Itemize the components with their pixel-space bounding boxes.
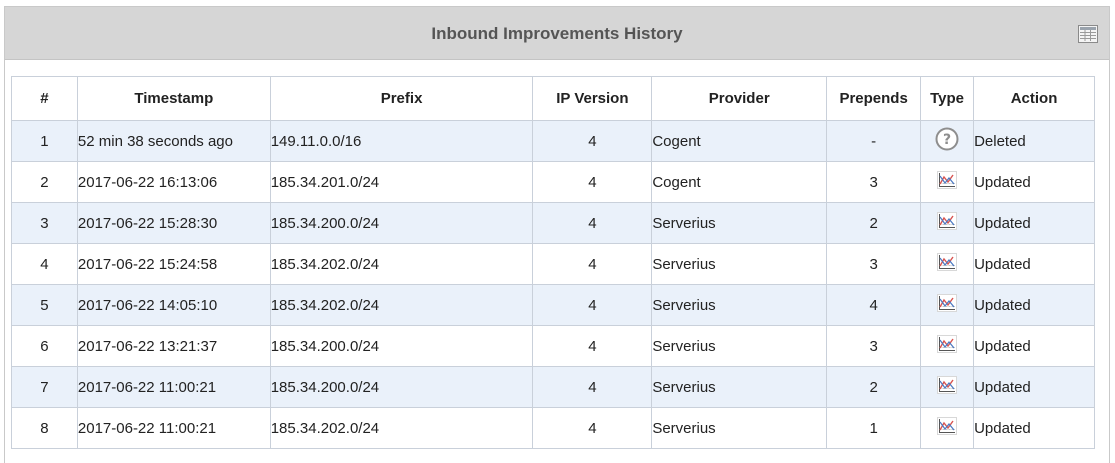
chart-icon[interactable] xyxy=(937,171,958,193)
cell-prefix: 185.34.202.0/24 xyxy=(269,407,534,449)
cell-type xyxy=(920,202,975,244)
table-row[interactable]: 8 2017-06-22 11:00:21 185.34.202.0/24 4 Serv… xyxy=(11,407,1095,449)
cell-provider: Cogent xyxy=(651,161,828,203)
question-icon[interactable]: ? xyxy=(935,127,959,155)
table-header-row: # Timestamp Prefix IP Version Provider P… xyxy=(11,76,1095,121)
column-header-num[interactable]: # xyxy=(11,76,78,121)
cell-timestamp: 2017-06-22 15:28:30 xyxy=(76,202,271,244)
chart-icon[interactable] xyxy=(937,335,958,357)
cell-prepends: 1 xyxy=(826,407,922,449)
cell-action: Updated xyxy=(973,366,1095,408)
cell-provider: Serverius xyxy=(651,202,828,244)
column-header-timestamp[interactable]: Timestamp xyxy=(76,76,271,121)
panel-header: Inbound Improvements History xyxy=(5,7,1109,60)
cell-action: Updated xyxy=(973,284,1095,326)
table-row[interactable]: 5 2017-06-22 14:05:10 185.34.202.0/24 4 Serv… xyxy=(11,284,1095,326)
cell-prefix: 149.11.0.0/16 xyxy=(269,120,534,162)
cell-num: 5 xyxy=(11,284,78,326)
cell-action: Updated xyxy=(973,407,1095,449)
chart-icon[interactable] xyxy=(937,294,958,316)
cell-num: 3 xyxy=(11,202,78,244)
panel-title: Inbound Improvements History xyxy=(431,24,683,43)
cell-prefix: 185.34.200.0/24 xyxy=(269,202,534,244)
column-header-provider[interactable]: Provider xyxy=(651,76,828,121)
cell-action: Updated xyxy=(973,161,1095,203)
cell-prepends: 3 xyxy=(826,243,922,285)
cell-prefix: 185.34.202.0/24 xyxy=(269,243,534,285)
cell-num: 8 xyxy=(11,407,78,449)
cell-ip-version: 4 xyxy=(532,120,653,162)
chart-icon[interactable] xyxy=(937,212,958,234)
chart-icon[interactable] xyxy=(937,417,958,439)
cell-provider: Cogent xyxy=(651,120,828,162)
table-row[interactable]: 3 2017-06-22 15:28:30 185.34.200.0/24 4 Serv… xyxy=(11,202,1095,244)
cell-prepends: - xyxy=(826,120,922,162)
cell-type xyxy=(920,243,975,285)
table-row[interactable]: 6 2017-06-22 13:21:37 185.34.200.0/24 4 Serv… xyxy=(11,325,1095,367)
column-header-action[interactable]: Action xyxy=(973,76,1095,121)
cell-action: Updated xyxy=(973,202,1095,244)
cell-prefix: 185.34.200.0/24 xyxy=(269,366,534,408)
cell-prepends: 4 xyxy=(826,284,922,326)
cell-provider: Serverius xyxy=(651,325,828,367)
cell-timestamp: 2017-06-22 13:21:37 xyxy=(76,325,271,367)
cell-prefix: 185.34.201.0/24 xyxy=(269,161,534,203)
table-row[interactable]: 2 2017-06-22 16:13:06 185.34.201.0/24 4 Coge… xyxy=(11,161,1095,203)
cell-ip-version: 4 xyxy=(532,325,653,367)
cell-num: 4 xyxy=(11,243,78,285)
cell-num: 7 xyxy=(11,366,78,408)
cell-prepends: 3 xyxy=(826,161,922,203)
chart-icon[interactable] xyxy=(937,253,958,275)
cell-num: 1 xyxy=(11,120,78,162)
cell-provider: Serverius xyxy=(651,284,828,326)
cell-type xyxy=(920,366,975,408)
cell-type xyxy=(920,407,975,449)
cell-ip-version: 4 xyxy=(532,284,653,326)
cell-timestamp: 2017-06-22 14:05:10 xyxy=(76,284,271,326)
cell-timestamp: 2017-06-22 11:00:21 xyxy=(76,366,271,408)
cell-prepends: 2 xyxy=(826,366,922,408)
cell-action: Updated xyxy=(973,325,1095,367)
cell-prepends: 3 xyxy=(826,325,922,367)
table-row[interactable]: 1 52 min 38 seconds ago 149.11.0.0/16 4 Coge… xyxy=(11,120,1095,162)
cell-type xyxy=(920,161,975,203)
cell-provider: Serverius xyxy=(651,366,828,408)
column-header-type[interactable]: Type xyxy=(920,76,975,121)
table-body: 1 52 min 38 seconds ago 149.11.0.0/16 4 Coge… xyxy=(11,120,1095,449)
history-table: # Timestamp Prefix IP Version Provider P… xyxy=(11,76,1095,449)
cell-ip-version: 4 xyxy=(532,407,653,449)
cell-timestamp: 2017-06-22 16:13:06 xyxy=(76,161,271,203)
cell-type xyxy=(920,284,975,326)
column-header-prepends[interactable]: Prepends xyxy=(826,76,922,121)
cell-num: 6 xyxy=(11,325,78,367)
cell-ip-version: 4 xyxy=(532,161,653,203)
chart-icon[interactable] xyxy=(937,376,958,398)
column-header-ip-version[interactable]: IP Version xyxy=(532,76,653,121)
svg-text:?: ? xyxy=(943,132,951,148)
cell-prefix: 185.34.200.0/24 xyxy=(269,325,534,367)
cell-prepends: 2 xyxy=(826,202,922,244)
cell-timestamp: 52 min 38 seconds ago xyxy=(76,120,271,162)
cell-action: Deleted xyxy=(973,120,1095,162)
cell-provider: Serverius xyxy=(651,243,828,285)
cell-ip-version: 4 xyxy=(532,366,653,408)
spreadsheet-icon[interactable] xyxy=(1078,25,1098,43)
cell-prefix: 185.34.202.0/24 xyxy=(269,284,534,326)
table-row[interactable]: 7 2017-06-22 11:00:21 185.34.200.0/24 4 Serv… xyxy=(11,366,1095,408)
cell-action: Updated xyxy=(973,243,1095,285)
cell-num: 2 xyxy=(11,161,78,203)
cell-provider: Serverius xyxy=(651,407,828,449)
cell-type xyxy=(920,325,975,367)
cell-ip-version: 4 xyxy=(532,202,653,244)
cell-timestamp: 2017-06-22 15:24:58 xyxy=(76,243,271,285)
cell-ip-version: 4 xyxy=(532,243,653,285)
table-row[interactable]: 4 2017-06-22 15:24:58 185.34.202.0/24 4 Serv… xyxy=(11,243,1095,285)
cell-timestamp: 2017-06-22 11:00:21 xyxy=(76,407,271,449)
column-header-prefix[interactable]: Prefix xyxy=(269,76,534,121)
cell-type: ? xyxy=(920,120,975,162)
